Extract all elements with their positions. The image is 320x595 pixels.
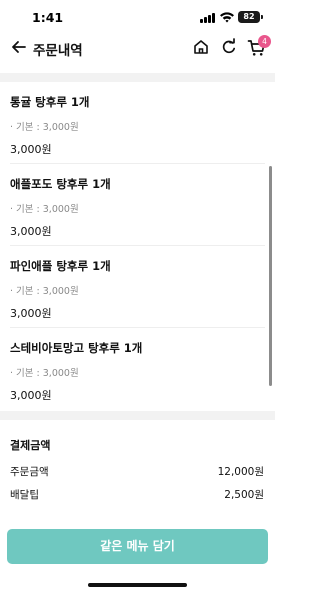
refresh-icon[interactable]	[220, 38, 238, 56]
order-amount-row: 주문금액 12,000원	[10, 464, 264, 480]
cart-count-badge: 4	[258, 35, 271, 48]
status-time: 1:41	[32, 10, 64, 25]
item-name: 통귤 탕후루 1개	[10, 95, 90, 109]
item-price: 3,000원	[10, 307, 52, 320]
signal-icon	[200, 13, 216, 23]
delivery-tip-row: 배달팁 2,500원	[10, 487, 264, 503]
item-option: · 기본 : 3,000원	[10, 204, 79, 215]
item-name: 애플포도 탕후루 1개	[10, 177, 111, 191]
delivery-tip-value: 2,500원	[224, 489, 264, 501]
item-option: · 기본 : 3,000원	[10, 286, 79, 297]
item-price: 3,000원	[10, 225, 52, 238]
back-arrow-icon[interactable]	[10, 38, 28, 56]
delivery-tip-label: 배달팁	[10, 489, 39, 501]
status-bar: 1:41 82	[0, 0, 275, 34]
battery-tip	[261, 15, 263, 19]
item-price: 3,000원	[10, 143, 52, 156]
home-icon[interactable]	[192, 38, 210, 56]
section-divider	[0, 73, 275, 82]
order-item: 통귤 탕후루 1개 · 기본 : 3,000원 3,000원	[10, 82, 265, 164]
order-item: 파인애플 탕후루 1개 · 기본 : 3,000원 3,000원	[10, 246, 265, 328]
order-item: 스테비아토망고 탕후루 1개 · 기본 : 3,000원 3,000원	[10, 328, 265, 409]
scrollbar[interactable]	[269, 166, 272, 386]
item-price: 3,000원	[10, 389, 52, 402]
item-option: · 기본 : 3,000원	[10, 368, 79, 379]
item-name: 파인애플 탕후루 1개	[10, 259, 111, 273]
item-option: · 기본 : 3,000원	[10, 122, 79, 133]
payment-title: 결제금액	[10, 439, 51, 452]
order-amount-value: 12,000원	[217, 466, 264, 478]
order-amount-label: 주문금액	[10, 466, 49, 478]
item-name: 스테비아토망고 탕후루 1개	[10, 341, 143, 355]
page-title: 주문내역	[33, 43, 83, 59]
battery-indicator: 82	[238, 11, 260, 23]
header: 주문내역	[0, 34, 275, 62]
order-item: 애플포도 탕후루 1개 · 기본 : 3,000원 3,000원	[10, 164, 265, 246]
wifi-icon	[220, 12, 234, 23]
home-indicator	[88, 583, 187, 587]
order-list[interactable]: 통귤 탕후루 1개 · 기본 : 3,000원 3,000원 애플포도 탕후루 …	[0, 82, 275, 409]
section-divider	[0, 411, 275, 420]
reorder-button[interactable]: 같은 메뉴 담기	[7, 529, 268, 564]
